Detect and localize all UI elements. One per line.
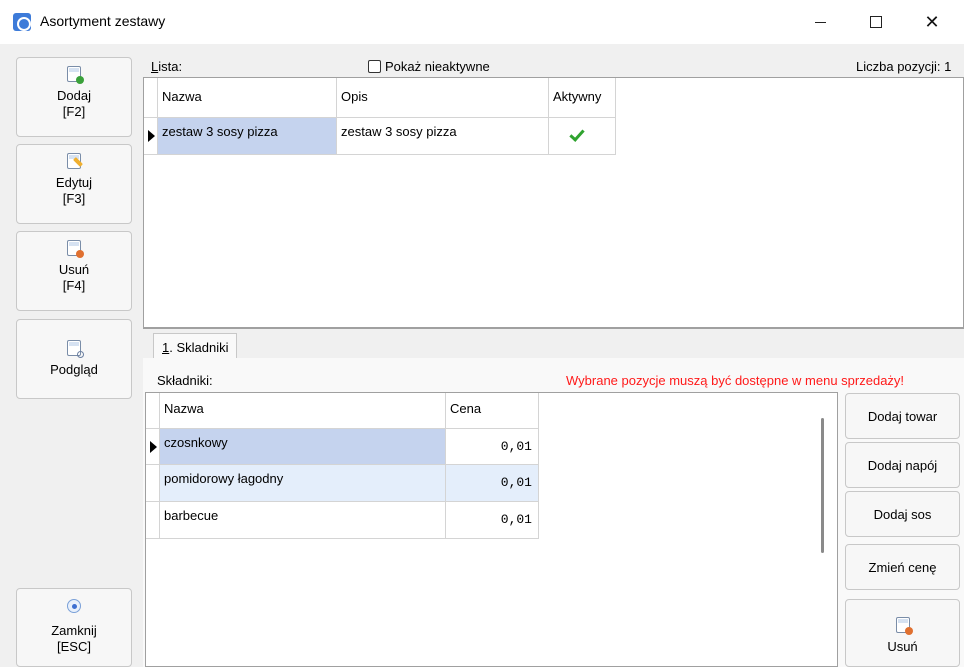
show-inactive-checkbox[interactable]: [368, 60, 381, 73]
add-sauce-button[interactable]: Dodaj sos: [845, 491, 960, 537]
cell-cena[interactable]: 0,01: [446, 502, 539, 539]
col-header-aktywny[interactable]: Aktywny: [549, 78, 616, 118]
tab-strip: 1. Skladniki: [143, 328, 964, 360]
remove-component-label: Usuń: [887, 638, 918, 654]
row-indicator: [146, 429, 160, 465]
col-header-nazwa[interactable]: Nazwa: [160, 393, 446, 429]
preview-document-icon: [67, 340, 84, 358]
add-document-icon: [67, 66, 84, 84]
col-header-nazwa[interactable]: Nazwa: [158, 78, 337, 118]
sets-grid[interactable]: Nazwa Opis Aktywny zestaw 3 sosy pizza z…: [143, 77, 964, 328]
cell-cena[interactable]: 0,01: [446, 429, 539, 465]
preview-button[interactable]: Podgląd: [16, 319, 132, 399]
current-row-arrow-icon: [148, 130, 155, 142]
close-window-button[interactable]: ✕: [904, 0, 960, 44]
row-indicator: [144, 118, 158, 155]
row-header-col: [146, 393, 160, 429]
delete-button[interactable]: Usuń [F4]: [16, 231, 132, 311]
close-button-label: Zamknij [ESC]: [51, 623, 97, 654]
col-header-opis[interactable]: Opis: [337, 78, 549, 118]
add-button-label: Dodaj [F2]: [57, 88, 91, 119]
maximize-button[interactable]: [848, 0, 904, 44]
add-button[interactable]: Dodaj [F2]: [16, 57, 132, 137]
components-label: Składniki:: [157, 373, 213, 388]
cell-nazwa[interactable]: zestaw 3 sosy pizza: [158, 118, 337, 155]
current-row-arrow-icon: [150, 441, 157, 453]
remove-component-button[interactable]: Usuń: [845, 599, 960, 667]
cell-opis[interactable]: zestaw 3 sosy pizza: [337, 118, 549, 155]
item-count-label: Liczba pozycji: 1: [856, 59, 952, 74]
show-inactive-toggle[interactable]: Pokaż nieaktywne: [368, 59, 490, 74]
close-button[interactable]: Zamknij [ESC]: [16, 588, 132, 667]
active-check-icon: [569, 126, 585, 142]
cell-nazwa[interactable]: pomidorowy łagodny: [160, 465, 446, 502]
minimize-button[interactable]: [792, 0, 848, 44]
delete-document-icon: [895, 616, 913, 635]
delete-button-label: Usuń [F4]: [58, 262, 90, 293]
preview-button-label: Podgląd: [50, 362, 98, 377]
cell-aktywny[interactable]: [549, 118, 616, 155]
cell-cena[interactable]: 0,01: [446, 465, 539, 502]
col-header-cena[interactable]: Cena: [446, 393, 539, 429]
warning-message: Wybrane pozycje muszą być dostępne w men…: [566, 373, 905, 388]
title-bar: Asortyment zestawy ✕: [0, 0, 964, 44]
cell-nazwa[interactable]: barbecue: [160, 502, 446, 539]
add-item-button[interactable]: Dodaj towar: [845, 393, 960, 439]
components-grid[interactable]: Nazwa Cena czosnkowy 0,01 pomidorowy łag…: [145, 392, 838, 667]
edit-button[interactable]: Edytuj [F3]: [16, 144, 132, 224]
delete-document-icon: [67, 240, 84, 258]
close-icon: ✕: [924, 11, 940, 32]
edit-document-icon: [67, 153, 83, 169]
tab-skladniki[interactable]: 1. Skladniki: [153, 333, 238, 360]
row-header-col: [144, 78, 158, 118]
change-price-button[interactable]: Zmień cenę: [845, 544, 960, 590]
maximize-icon: [870, 16, 882, 28]
components-scrollbar[interactable]: [821, 418, 824, 553]
add-drink-button[interactable]: Dodaj napój: [845, 442, 960, 488]
window-title: Asortyment zestawy: [40, 13, 166, 29]
row-indicator: [146, 502, 160, 539]
show-inactive-label: Pokaż nieaktywne: [385, 59, 490, 74]
row-indicator: [146, 465, 160, 502]
close-radio-icon: [67, 599, 81, 613]
cell-nazwa[interactable]: czosnkowy: [160, 429, 446, 465]
app-icon: [13, 13, 31, 31]
minimize-icon: [814, 21, 826, 23]
list-label: Lista:: [151, 59, 183, 74]
edit-button-label: Edytuj [F3]: [55, 175, 93, 206]
